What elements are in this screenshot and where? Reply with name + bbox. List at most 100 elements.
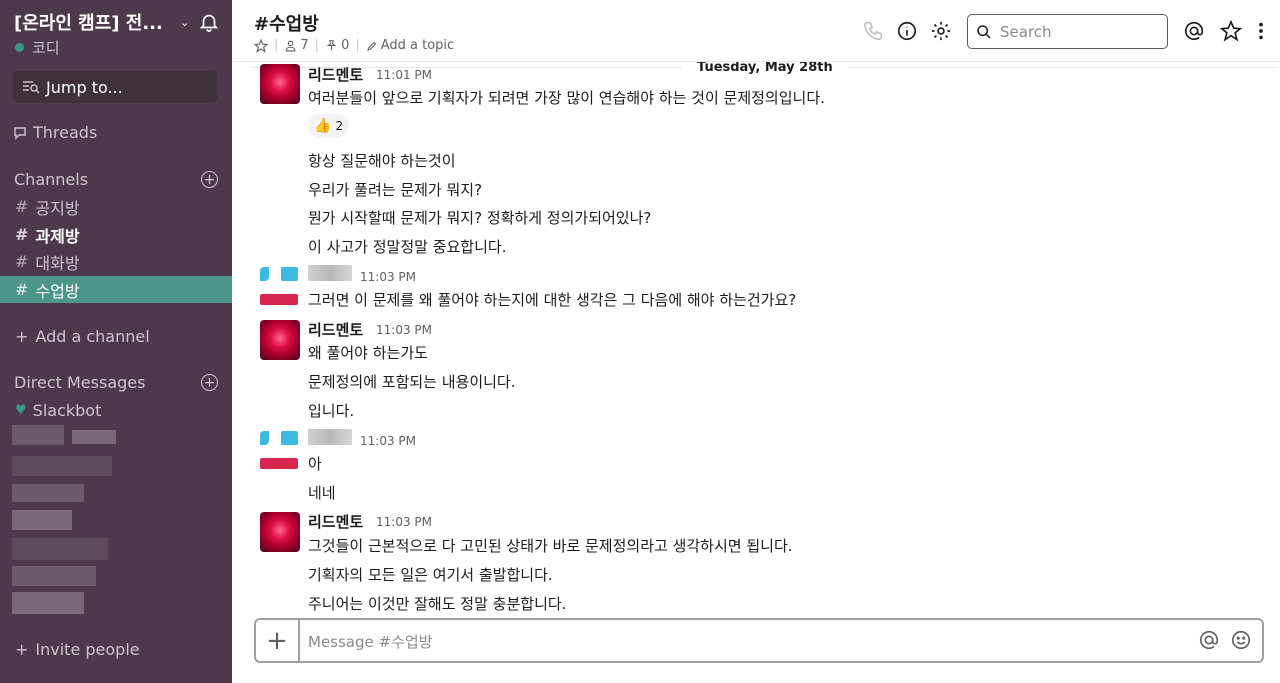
add-channel-label: Add a channel: [35, 327, 150, 346]
jump-to-button[interactable]: Jump to...: [13, 71, 217, 103]
more-icon[interactable]: [1252, 20, 1270, 42]
message-author[interactable]: 리드멘토: [308, 64, 363, 85]
message-text: 뭔가 시작할때 문제가 뭐지? 정확하게 정의가되어있나?: [308, 209, 652, 227]
pinned-count[interactable]: 0: [325, 38, 349, 53]
search-icon: [977, 24, 991, 39]
plus-icon: +: [15, 327, 29, 346]
channel-title: #수업방: [254, 14, 319, 35]
attach-button[interactable]: +: [256, 620, 300, 661]
message-list[interactable]: Tuesday, May 28th 리드멘토 11:01 PM 여러분들이 앞으…: [232, 62, 1280, 615]
pinned-count-value: 0: [341, 38, 350, 53]
message-text: 왜 풀어야 하는가도: [308, 344, 428, 362]
channel-item-active[interactable]: # 수업방: [0, 276, 232, 303]
message-time[interactable]: 11:03 PM: [360, 270, 416, 284]
gear-icon[interactable]: [930, 20, 952, 42]
avatar[interactable]: [260, 267, 300, 307]
channel-item[interactable]: # 공지방: [0, 193, 232, 220]
jump-label: Jump to...: [46, 77, 123, 97]
workspace-menu[interactable]: [온라인 캠프] 전... ⌄: [14, 10, 220, 34]
reaction-count: 2: [335, 119, 344, 133]
threads-label: Threads: [33, 123, 98, 142]
message-time[interactable]: 11:01 PM: [376, 68, 432, 82]
blurred-author[interactable]: [308, 265, 352, 281]
channel-label: 수업방: [35, 281, 80, 301]
member-count[interactable]: 7: [284, 38, 309, 53]
message-text: 여러분들이 앞으로 기획자가 되려면 가장 많이 연습해야 하는 것이 문제정의…: [308, 89, 825, 107]
starred-icon[interactable]: [1220, 20, 1242, 42]
add-channel-button[interactable]: + Add a channel: [15, 327, 150, 346]
date-divider[interactable]: Tuesday, May 28th: [682, 62, 848, 79]
channels-header[interactable]: Channels +: [14, 170, 218, 189]
current-user[interactable]: 코디: [15, 37, 60, 58]
blurred-dm[interactable]: [12, 538, 108, 560]
threads-icon: [14, 126, 26, 140]
blurred-dm[interactable]: [12, 484, 84, 502]
message-composer[interactable]: + Message #수업방: [254, 618, 1264, 663]
message-author[interactable]: 리드멘토: [308, 319, 363, 340]
info-icon[interactable]: [896, 20, 918, 42]
reaction-thumbs-up[interactable]: 👍 2: [308, 114, 350, 138]
blurred-dm[interactable]: [12, 592, 84, 614]
dm-header[interactable]: Direct Messages +: [14, 373, 218, 392]
search-input[interactable]: Search: [967, 14, 1168, 49]
message-text: 이 사고가 정말정말 중요합니다.: [308, 238, 507, 256]
mentions-icon[interactable]: [1183, 20, 1205, 42]
add-topic-button[interactable]: Add a topic: [366, 38, 454, 53]
invite-people-button[interactable]: + Invite people: [15, 640, 140, 659]
channel-item[interactable]: # 과제방: [0, 221, 232, 248]
avatar[interactable]: [260, 512, 300, 552]
message-text: 기획자의 모든 일은 여기서 출발합니다.: [308, 566, 553, 584]
message-time[interactable]: 11:03 PM: [360, 434, 416, 448]
channels-label[interactable]: Channels: [14, 170, 88, 189]
avatar[interactable]: [260, 431, 300, 471]
search-placeholder: Search: [1000, 22, 1052, 41]
blurred-dm[interactable]: [12, 456, 112, 476]
hash-icon: #: [15, 225, 29, 244]
dm-item-slackbot[interactable]: ♥ Slackbot: [15, 401, 101, 420]
message-text: 항상 질문해야 하는것이: [308, 152, 456, 170]
message-author[interactable]: 리드멘토: [308, 511, 363, 532]
message-text: 문제정의에 포함되는 내용이니다.: [308, 373, 516, 391]
message-text: 우리가 풀려는 문제가 뭐지?: [308, 181, 483, 199]
blurred-dm[interactable]: [12, 425, 64, 445]
channel-label: 공지방: [35, 198, 80, 218]
message-text: 그것들이 근본적으로 다 고민된 상태가 바로 문제정의라고 생각하시면 됩니다…: [308, 537, 793, 555]
add-topic-label: Add a topic: [380, 38, 455, 53]
phone-icon[interactable]: [862, 20, 884, 42]
channel-meta: | 7 | 0 | Add a topic: [254, 38, 454, 53]
avatar[interactable]: [260, 64, 300, 104]
hash-icon: #: [15, 197, 29, 216]
hash-icon: #: [15, 280, 29, 299]
identicon-icon: [260, 267, 300, 307]
identicon-icon: [260, 431, 300, 471]
thumbs-up-icon: 👍: [314, 118, 332, 134]
channel-label: 대화방: [35, 253, 80, 273]
add-dm-icon[interactable]: +: [201, 374, 218, 391]
channel-item[interactable]: # 대화방: [0, 248, 232, 275]
hash-icon: #: [15, 252, 29, 271]
bell-icon[interactable]: [198, 11, 220, 33]
threads-link[interactable]: Threads: [13, 123, 97, 142]
mention-icon[interactable]: [1198, 629, 1220, 651]
presence-icon: [15, 43, 24, 52]
workspace-name[interactable]: [온라인 캠프] 전...: [14, 9, 172, 35]
add-channel-icon[interactable]: +: [201, 171, 218, 188]
message-input[interactable]: Message #수업방: [308, 631, 432, 652]
sidebar: [온라인 캠프] 전... ⌄ 코디 Jump to... Threads Ch…: [0, 0, 232, 683]
message-time[interactable]: 11:03 PM: [376, 323, 432, 337]
dm-label[interactable]: Direct Messages: [14, 373, 145, 392]
message-time[interactable]: 11:03 PM: [376, 515, 432, 529]
user-name: 코디: [32, 39, 60, 57]
blurred-dm[interactable]: [12, 566, 96, 586]
avatar[interactable]: [260, 320, 300, 360]
pencil-icon: [367, 41, 376, 51]
pin-icon: [326, 40, 337, 51]
message-text: 입니다.: [308, 402, 355, 420]
plus-icon: +: [15, 640, 29, 659]
blurred-author[interactable]: [308, 429, 352, 445]
emoji-icon[interactable]: [1230, 629, 1252, 651]
chevron-down-icon[interactable]: ⌄: [180, 16, 189, 29]
star-icon[interactable]: [254, 38, 268, 53]
jump-icon: [23, 81, 40, 94]
blurred-dm[interactable]: [12, 510, 72, 530]
